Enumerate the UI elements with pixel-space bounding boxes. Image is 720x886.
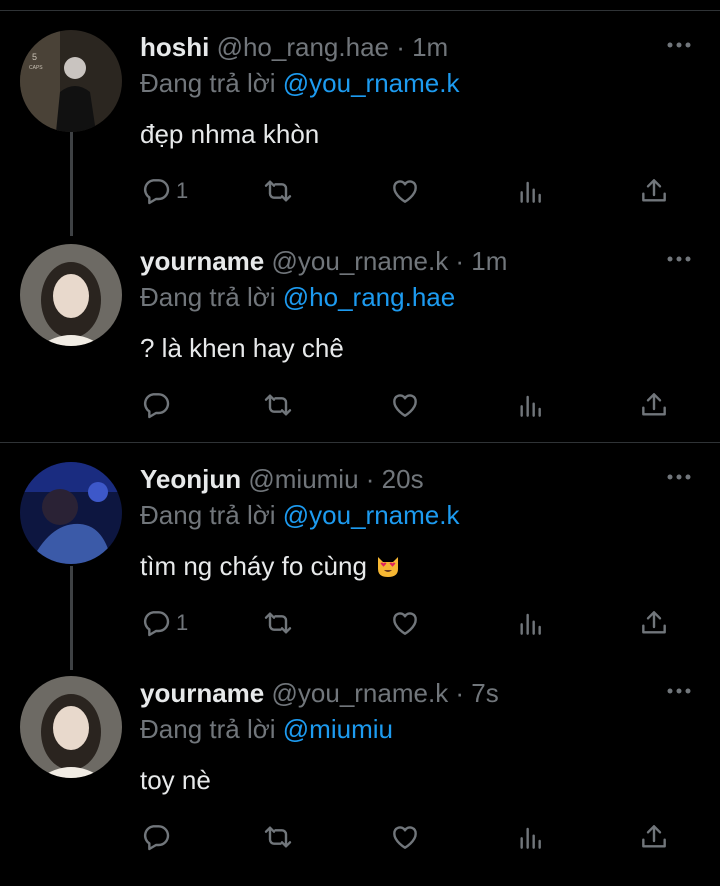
reply-handle-link[interactable]: @you_rname.k — [283, 68, 460, 98]
like-icon — [393, 394, 417, 417]
analytics-icon — [520, 181, 541, 203]
reply-handle-link[interactable]: @ho_rang.hae — [283, 282, 455, 312]
share-icon — [642, 611, 666, 634]
share-icon — [642, 179, 666, 202]
reply-icon — [143, 393, 170, 419]
display-name[interactable]: yourname — [140, 246, 264, 276]
like-icon — [393, 180, 417, 203]
reply-icon — [143, 825, 170, 851]
tweet-text: tìm ng cháy fo cùng — [140, 550, 402, 582]
handle-time: @ho_rang.hae · 1m — [216, 32, 449, 62]
retweet-icon — [264, 612, 292, 634]
tweet[interactable]: Yeonjun @miumiu · 20s Đang trả lời @you_… — [0, 462, 720, 672]
replying-to: Đang trả lời @ho_rang.hae — [140, 282, 455, 312]
reply-prefix: Đang trả lời — [140, 282, 283, 312]
tweet-text: đẹp nhma khòn — [140, 119, 320, 149]
analytics-icon — [520, 395, 541, 417]
reply-button[interactable]: 1 — [140, 605, 188, 641]
analytics-button[interactable] — [515, 605, 547, 641]
retweet-icon — [264, 394, 292, 416]
tweet-text-content: tìm ng cháy fo cùng — [140, 551, 375, 581]
retweet-icon — [264, 180, 292, 202]
display-name[interactable]: yourname — [140, 678, 264, 708]
handle-time: @you_rname.k · 7s — [271, 678, 499, 708]
share-button[interactable] — [638, 605, 670, 641]
handle-time: @miumiu · 20s — [248, 464, 424, 494]
retweet-button[interactable] — [262, 605, 294, 641]
share-button[interactable] — [638, 387, 670, 423]
reply-prefix: Đang trả lời — [140, 68, 283, 98]
tweet-header: yourname @you_rname.k · 7s — [140, 678, 499, 708]
reply-button[interactable] — [140, 387, 176, 423]
more-icon[interactable] — [666, 38, 692, 52]
tweet-text: ? là khen hay chê — [140, 333, 344, 363]
reply-handle-link[interactable]: @you_rname.k — [283, 500, 460, 530]
tweet-actions: 1 — [140, 605, 690, 641]
reply-icon — [143, 611, 170, 637]
analytics-icon — [520, 613, 541, 635]
tweet-text: toy nè — [140, 765, 211, 795]
retweet-button[interactable] — [262, 819, 294, 855]
retweet-button[interactable] — [262, 387, 294, 423]
avatar[interactable] — [20, 462, 122, 564]
replying-to: Đang trả lời @you_rname.k — [140, 68, 459, 98]
handle-time: @you_rname.k · 1m — [271, 246, 508, 276]
reply-handle-link[interactable]: @miumiu — [283, 714, 393, 744]
analytics-button[interactable] — [515, 387, 547, 423]
more-icon[interactable] — [666, 252, 692, 266]
share-button[interactable] — [638, 819, 670, 855]
analytics-icon — [520, 827, 541, 849]
svg-text:5: 5 — [32, 52, 37, 62]
reply-icon — [143, 179, 170, 205]
tweet[interactable]: yourname @you_rname.k · 1m Đang trả lời … — [0, 244, 720, 454]
replying-to: Đang trả lời @miumiu — [140, 714, 393, 744]
svg-text:CAPS: CAPS — [29, 65, 43, 71]
reply-prefix: Đang trả lời — [140, 714, 283, 744]
top-divider — [0, 10, 720, 11]
tweet-actions — [140, 387, 690, 423]
retweet-button[interactable] — [262, 173, 294, 209]
like-button[interactable] — [389, 173, 421, 209]
like-icon — [393, 612, 417, 635]
avatar[interactable] — [20, 244, 122, 346]
avatar[interactable] — [20, 676, 122, 778]
reply-button[interactable]: 1 — [140, 173, 188, 209]
retweet-icon — [264, 826, 292, 848]
share-icon — [642, 393, 666, 416]
display-name[interactable]: hoshi — [140, 32, 209, 62]
heart-eyes-cat-emoji — [378, 557, 399, 577]
display-name[interactable]: Yeonjun — [140, 464, 241, 494]
share-icon — [642, 825, 666, 848]
like-button[interactable] — [389, 387, 421, 423]
analytics-button[interactable] — [515, 819, 547, 855]
analytics-button[interactable] — [515, 173, 547, 209]
like-icon — [393, 826, 417, 849]
tweet[interactable]: yourname @you_rname.k · 7s Đang trả lời … — [0, 676, 720, 886]
reply-count: 1 — [176, 178, 189, 203]
more-icon[interactable] — [666, 470, 692, 484]
tweet-header: Yeonjun @miumiu · 20s — [140, 464, 424, 494]
tweet-actions — [140, 819, 690, 855]
more-icon[interactable] — [666, 684, 692, 698]
tweet-actions: 1 — [140, 173, 690, 209]
avatar[interactable]: 5 CAPS — [20, 30, 122, 132]
reply-prefix: Đang trả lời — [140, 500, 283, 530]
tweet-header: yourname @you_rname.k · 1m — [140, 246, 507, 276]
like-button[interactable] — [389, 819, 421, 855]
share-button[interactable] — [638, 173, 670, 209]
reply-button[interactable] — [140, 819, 176, 855]
reply-count: 1 — [176, 610, 189, 635]
replying-to: Đang trả lời @you_rname.k — [140, 500, 459, 530]
like-button[interactable] — [389, 605, 421, 641]
tweet-header: hoshi @ho_rang.hae · 1m — [140, 32, 448, 62]
tweet[interactable]: 5 CAPS hoshi @ho_rang.hae · 1m Đang trả … — [0, 30, 720, 240]
